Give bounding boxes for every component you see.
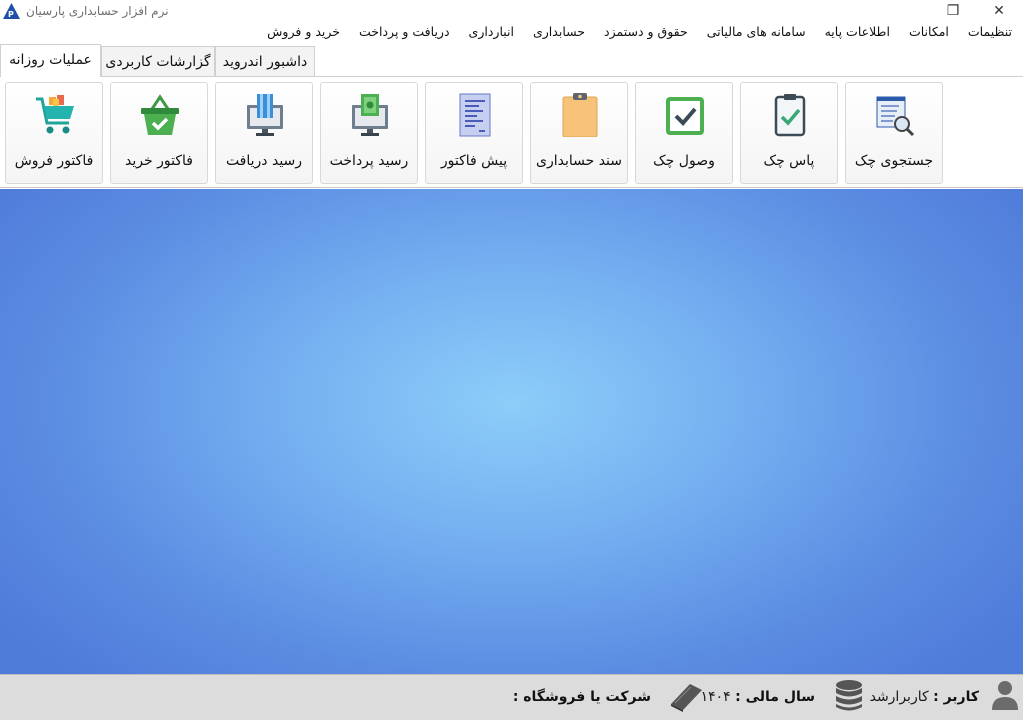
ribbon-toolbar: جستجوی چک پاس چک وصول چک سند حسابداری پی… (0, 76, 1023, 188)
monitor-cash-icon (352, 94, 388, 136)
menu-bar: خرید و فروش دریافت و پرداخت انبارداری حس… (0, 22, 1023, 44)
clipboard-check-icon (774, 94, 806, 137)
proforma-label: پیش فاکتور (440, 153, 508, 169)
payment-receipt-button[interactable]: رسید پرداخت (320, 82, 418, 184)
cart-icon (36, 95, 74, 134)
restore-button[interactable]: ❐ (930, 0, 976, 22)
ribbon-tabs: عملیات روزانه گزارشات کاربردی داشبور اند… (0, 44, 1023, 77)
status-user-value: کاربرارشد (869, 689, 929, 705)
check-search-button[interactable]: جستجوی چک (845, 82, 943, 184)
sales-invoice-label: فاکتور فروش (14, 153, 94, 169)
check-search-label: جستجوی چک (854, 153, 934, 169)
user-icon (992, 681, 1018, 710)
document-icon (459, 93, 491, 137)
status-year-label: سال مالی : (735, 689, 815, 705)
svg-text:P: P (8, 10, 14, 19)
tab-android-dashboard[interactable]: داشبور اندروید (215, 46, 315, 76)
sales-invoice-button[interactable]: فاکتور فروش (5, 82, 103, 184)
status-bar: کاربر : کاربرارشد سال مالی : ۱۴۰۴ شرکت ی… (0, 674, 1023, 720)
menu-inventory[interactable]: انبارداری (469, 24, 514, 39)
status-user-label: کاربر : (933, 689, 979, 705)
check-pass-button[interactable]: پاس چک (740, 82, 838, 184)
check-collect-label: وصول چک (653, 153, 715, 169)
menu-base-info[interactable]: اطلاعات پایه (825, 24, 890, 39)
status-user: کاربر : کاربرارشد (870, 689, 979, 705)
proforma-button[interactable]: پیش فاکتور (425, 82, 523, 184)
window-title: نرم افزار حسابداری پارسیان (26, 4, 169, 18)
voucher-label: سند حسابداری (535, 153, 623, 169)
status-year-value: ۱۴۰۴ (700, 689, 731, 705)
status-fiscal-year: سال مالی : ۱۴۰۴ (701, 689, 815, 705)
tab-daily-operations[interactable]: عملیات روزانه (0, 44, 101, 77)
status-company-label: شرکت یا فروشگاه : (512, 689, 651, 705)
menu-list: خرید و فروش دریافت و پرداخت انبارداری حس… (248, 24, 1012, 39)
database-icon (836, 680, 862, 711)
book-icon (671, 684, 702, 712)
purchase-invoice-label: فاکتور خرید (125, 153, 193, 169)
receive-receipt-label: رسید دریافت (225, 153, 303, 169)
purchase-invoice-button[interactable]: فاکتور خرید (110, 82, 208, 184)
status-company: شرکت یا فروشگاه : (513, 689, 651, 705)
clipboard-icon (562, 93, 598, 137)
basket-check-icon (141, 94, 179, 135)
menu-payroll[interactable]: حقوق و دستمزد (604, 24, 688, 39)
tab-reports[interactable]: گزارشات کاربردی (101, 46, 215, 76)
voucher-button[interactable]: سند حسابداری (530, 82, 628, 184)
search-document-icon (876, 96, 915, 137)
menu-accounting[interactable]: حسابداری (533, 24, 585, 39)
app-logo-icon: P (3, 3, 20, 19)
payment-receipt-label: رسید پرداخت (329, 153, 409, 169)
close-button[interactable]: ✕ (976, 0, 1022, 22)
checkbox-icon (666, 97, 704, 135)
menu-tools[interactable]: امکانات (909, 24, 949, 39)
check-pass-label: پاس چک (763, 153, 815, 169)
menu-payments[interactable]: دریافت و پرداخت (359, 24, 450, 39)
menu-sales[interactable]: خرید و فروش (267, 24, 340, 39)
monitor-card-icon (247, 94, 283, 136)
menu-settings[interactable]: تنظیمات (968, 24, 1012, 39)
title-bar: P نرم افزار حسابداری پارسیان ❐ ✕ (0, 0, 1023, 22)
menu-tax[interactable]: سامانه های مالیاتی (707, 24, 806, 39)
receive-receipt-button[interactable]: رسید دریافت (215, 82, 313, 184)
check-collect-button[interactable]: وصول چک (635, 82, 733, 184)
main-workspace (0, 189, 1023, 674)
